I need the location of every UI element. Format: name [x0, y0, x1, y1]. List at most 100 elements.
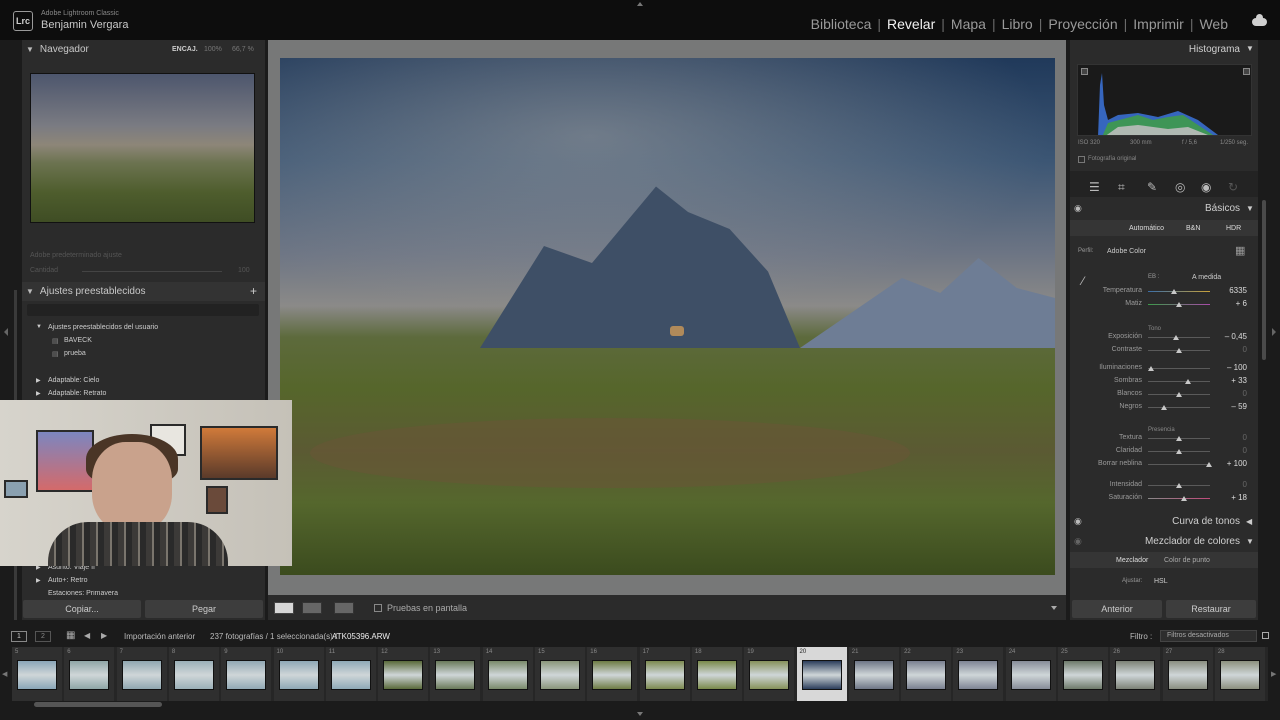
slider-track-3[interactable]: [1148, 337, 1210, 338]
zoom-custom-option[interactable]: 66,7 %: [232, 46, 254, 53]
filmstrip-thumbnail[interactable]: [435, 660, 476, 690]
main-photo[interactable]: [280, 58, 1055, 575]
filmstrip-thumbnail[interactable]: [121, 660, 162, 690]
preset-group[interactable]: Adaptable: Retrato: [48, 390, 106, 397]
masking-icon[interactable]: ◉: [1201, 180, 1211, 194]
filmstrip-cell[interactable]: 27: [1162, 647, 1213, 701]
navigator-header[interactable]: ▼ Navegador: [22, 40, 265, 59]
module-mapa[interactable]: Mapa: [951, 16, 986, 32]
copy-button[interactable]: Copiar...: [23, 600, 141, 618]
adjust-select[interactable]: HSL: [1154, 578, 1168, 585]
slider-track-11[interactable]: [1148, 464, 1210, 465]
filmstrip-cell[interactable]: 7: [116, 647, 167, 701]
mixer-tab[interactable]: Mezclador: [1116, 557, 1148, 564]
slider-value-5[interactable]: – 100: [1207, 363, 1247, 372]
slider-value-9[interactable]: 0: [1207, 433, 1247, 442]
filmstrip-thumbnail[interactable]: [173, 660, 214, 690]
filmstrip-cell[interactable]: 16: [587, 647, 638, 701]
slider-value-10[interactable]: 0: [1207, 446, 1247, 455]
slider-value-6[interactable]: + 33: [1207, 376, 1247, 385]
filter-lock-icon[interactable]: [1262, 632, 1269, 639]
slider-thumb-5[interactable]: [1148, 366, 1155, 371]
module-web[interactable]: Web: [1199, 16, 1228, 32]
collapse-triangle-icon[interactable]: ▼: [1246, 204, 1254, 213]
original-photo-checkbox[interactable]: [1078, 156, 1085, 163]
zoom-100-option[interactable]: 100%: [204, 46, 222, 53]
preset-group[interactable]: Auto+: Retro: [48, 577, 88, 584]
reset-button[interactable]: Restaurar: [1166, 600, 1256, 618]
eyedropper-icon[interactable]: ⁄: [1082, 274, 1084, 288]
filmstrip-cell[interactable]: 14: [482, 647, 533, 701]
slider-value-11[interactable]: + 100: [1207, 459, 1247, 468]
expand-triangle-icon[interactable]: ◀: [1246, 517, 1252, 526]
compare-view-button[interactable]: [302, 602, 322, 614]
left-panel-toggle-icon[interactable]: [4, 328, 8, 336]
primary-window-button[interactable]: 1: [11, 631, 27, 642]
slider-value-2[interactable]: + 6: [1207, 299, 1247, 308]
filmstrip-cell[interactable]: 8: [168, 647, 219, 701]
filmstrip-cell[interactable]: 11: [325, 647, 376, 701]
filmstrip-thumbnail[interactable]: [69, 660, 110, 690]
module-proyeccion[interactable]: Proyección: [1048, 16, 1117, 32]
top-panel-toggle-icon[interactable]: [637, 2, 643, 6]
module-imprimir[interactable]: Imprimir: [1133, 16, 1184, 32]
filmstrip-thumbnail[interactable]: [801, 660, 842, 690]
softproof-checkbox[interactable]: [374, 604, 382, 612]
slider-thumb-10[interactable]: [1176, 449, 1182, 454]
filmstrip-cell[interactable]: 19: [744, 647, 795, 701]
zoom-fit-option[interactable]: ENCAJ.: [172, 46, 198, 53]
filmstrip-thumbnail[interactable]: [906, 660, 947, 690]
filmstrip-cell[interactable]: 22: [901, 647, 952, 701]
redeye-icon[interactable]: ◎: [1175, 180, 1185, 194]
back-arrow-icon[interactable]: ◀: [84, 631, 90, 640]
profile-browser-icon[interactable]: ▦: [1235, 244, 1245, 257]
filmstrip-thumbnail[interactable]: [17, 660, 57, 690]
filmstrip-thumbnail[interactable]: [749, 660, 790, 690]
filmstrip-cell[interactable]: 21: [848, 647, 899, 701]
presets-header[interactable]: ▼ Ajustes preestablecidos: [22, 282, 265, 301]
color-mixer-header[interactable]: Mezclador de colores: [1070, 534, 1258, 550]
previous-button[interactable]: Anterior: [1072, 600, 1162, 618]
reset-tool-icon[interactable]: ↻: [1228, 180, 1238, 194]
filmstrip-cell[interactable]: 24: [1005, 647, 1056, 701]
filmstrip-cell[interactable]: 12: [378, 647, 429, 701]
filmstrip-thumbnail[interactable]: [1219, 660, 1260, 690]
slider-thumb-3[interactable]: [1172, 335, 1179, 340]
filmstrip-cell[interactable]: 18: [691, 647, 742, 701]
module-biblioteca[interactable]: Biblioteca: [811, 16, 872, 32]
filmstrip-cell[interactable]: 25: [1058, 647, 1108, 701]
filmstrip-thumbnail[interactable]: [644, 660, 685, 690]
visibility-eye-icon[interactable]: ◉: [1074, 516, 1082, 527]
slider-value-12[interactable]: 0: [1207, 480, 1247, 489]
filmstrip-cell[interactable]: 6: [64, 647, 115, 701]
filmstrip-thumbnail[interactable]: [1167, 660, 1208, 690]
filmstrip-thumbnail[interactable]: [1115, 660, 1156, 690]
slider-thumb-13[interactable]: [1180, 496, 1187, 501]
collapse-triangle-icon[interactable]: ▼: [1246, 44, 1254, 53]
crop-icon[interactable]: ⌗: [1118, 180, 1125, 195]
filmstrip-thumbnail[interactable]: [1063, 660, 1103, 690]
shadow-clipping-toggle-icon[interactable]: [1081, 68, 1088, 75]
slider-thumb-6[interactable]: [1185, 379, 1192, 384]
preset-group[interactable]: Estaciones: Primavera: [48, 590, 118, 595]
slider-track-5[interactable]: [1148, 368, 1210, 369]
filmstrip-cell[interactable]: 13: [430, 647, 481, 701]
filmstrip-thumbnail[interactable]: [540, 660, 580, 690]
hdr-button[interactable]: HDR: [1226, 225, 1241, 232]
forward-arrow-icon[interactable]: ▶: [101, 631, 107, 640]
filmstrip-thumbnail[interactable]: [383, 660, 424, 690]
bw-button[interactable]: B&N: [1186, 225, 1200, 232]
filmstrip-thumbnail[interactable]: [592, 660, 633, 690]
healing-icon[interactable]: ✎: [1147, 180, 1157, 194]
point-color-tab[interactable]: Color de punto: [1164, 557, 1210, 564]
histogram-header[interactable]: Histograma: [1070, 42, 1258, 58]
slider-value-13[interactable]: + 18: [1207, 493, 1247, 502]
filmstrip-thumbnail[interactable]: [853, 660, 894, 690]
slider-value-1[interactable]: 6335: [1207, 286, 1247, 295]
histogram-display[interactable]: [1077, 64, 1252, 136]
filmstrip-cell[interactable]: 10: [273, 647, 324, 701]
preset-item[interactable]: BAVECK: [64, 337, 92, 344]
expand-triangle-icon[interactable]: ▶: [36, 390, 41, 397]
slider-track-1[interactable]: [1148, 291, 1210, 292]
profile-select[interactable]: Adobe Color: [1107, 248, 1146, 255]
